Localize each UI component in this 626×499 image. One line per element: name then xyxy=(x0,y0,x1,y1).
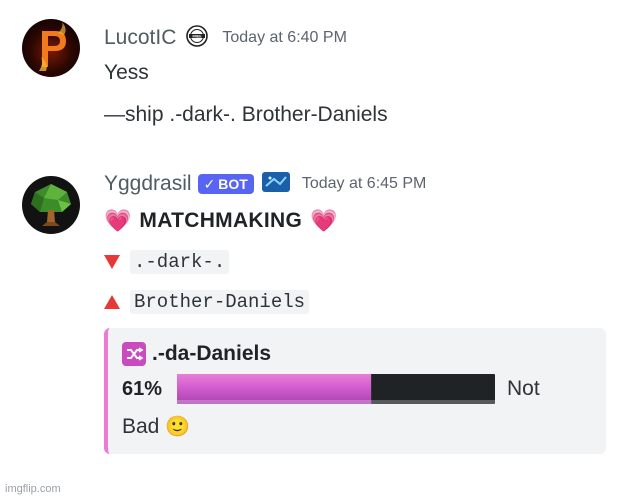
matchmaking-title-row: 💗 MATCHMAKING 💗 xyxy=(104,208,338,234)
user-down-row: .-dark-. xyxy=(104,250,230,274)
svg-text:FREE: FREE xyxy=(193,34,203,38)
verdict-inline: Not xyxy=(507,377,540,400)
down-triangle-icon xyxy=(104,255,120,269)
match-embed: .-da-Daniels 61% Not Bad 🙂 xyxy=(104,328,606,454)
avatar-yggdrasil[interactable] xyxy=(22,176,80,234)
match-percent: 61% xyxy=(122,377,163,400)
timestamp: Today at 6:45 PM xyxy=(301,175,427,192)
flaming-p-avatar-icon xyxy=(22,19,80,77)
verdict-row: Bad 🙂 xyxy=(122,414,190,439)
bot-label: BOT xyxy=(218,176,248,192)
shuffle-icon xyxy=(122,342,146,366)
user-down-name[interactable]: .-dark-. xyxy=(130,250,230,274)
heart-icon: 💗 xyxy=(104,208,132,233)
server-tag-icon xyxy=(261,171,290,197)
author-name[interactable]: LucotIC xyxy=(104,26,176,50)
up-triangle-icon xyxy=(104,295,120,309)
author-name[interactable]: Yggdrasil xyxy=(104,172,192,196)
user-up-row: Brother-Daniels xyxy=(104,290,310,314)
embed-title-row: .-da-Daniels xyxy=(122,342,271,366)
avatar-lucotic[interactable] xyxy=(22,19,80,77)
server-badge-icon: FREE xyxy=(186,24,209,52)
user-up-name[interactable]: Brother-Daniels xyxy=(130,290,310,314)
heart-icon: 💗 xyxy=(310,208,338,233)
verdict-line: Bad xyxy=(122,414,160,438)
message-text: —ship .-dark-. Brother-Daniels xyxy=(104,103,388,126)
matchmaking-title: MATCHMAKING xyxy=(139,209,303,232)
message-text: Yess xyxy=(104,61,149,84)
tree-avatar-icon xyxy=(22,176,80,234)
message-header: Yggdrasil ✓ BOT Today at 6:45 PM xyxy=(104,170,426,198)
match-progress-bar xyxy=(177,374,495,404)
watermark: imgflip.com xyxy=(5,483,61,495)
embed-title: .-da-Daniels xyxy=(152,342,272,365)
bot-badge: ✓ BOT xyxy=(197,174,254,194)
smile-emoji-icon: 🙂 xyxy=(165,416,191,438)
check-icon: ✓ xyxy=(203,175,216,192)
message-header: LucotIC FREE Today at 6:40 PM xyxy=(104,24,347,52)
timestamp: Today at 6:40 PM xyxy=(222,29,347,46)
match-score-row: 61% Not xyxy=(122,374,540,404)
